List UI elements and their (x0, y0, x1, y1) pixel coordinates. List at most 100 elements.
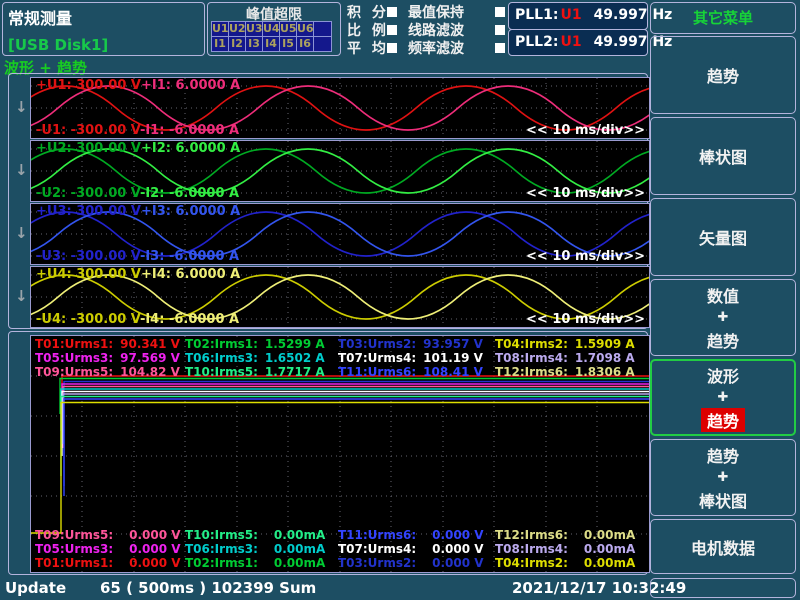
sidebar-item-waveform-trend[interactable]: 波形 ✚ 趋势 (650, 359, 796, 436)
checkbox-icon[interactable] (387, 43, 397, 53)
peak-cell-u-blank (313, 21, 332, 37)
toggle-averaging-label: 平 均 (347, 38, 386, 58)
checkbox-icon[interactable] (387, 7, 397, 17)
trigger-arrow-icon: ↓ (15, 287, 29, 305)
trend-trace-t08 (63, 394, 649, 444)
pll2-box: PLL2:U149.997 Hz (508, 29, 648, 56)
sidebar-item-label: 趋势 (707, 63, 739, 87)
checkbox-icon[interactable] (495, 7, 505, 17)
peak-cell-i1: I1 (211, 36, 229, 52)
trend-trace-t06 (61, 389, 649, 431)
sidebar-item-label: 矢量图 (699, 225, 747, 249)
u3-scale-label: +U3: 300.00 V (36, 204, 141, 219)
checkbox-icon[interactable] (495, 25, 505, 35)
checkbox-icon[interactable] (495, 43, 505, 53)
waveform-panel: ↓ ↓ ↓ ↓ +U1: 300.00 V+I1: 6.0000 A -U1: … (8, 73, 648, 329)
u2-scale-label: +U2: 300.00 V (36, 141, 141, 156)
toggle-column-left: 积 分 比 例 平 均 (347, 3, 397, 57)
plus-icon: ✚ (718, 470, 729, 485)
toggle-averaging: 平 均 (347, 39, 397, 57)
trigger-arrow-icon: ↓ (15, 224, 29, 242)
waveform-channel-1: +U1: 300.00 V+I1: 6.0000 A -U1: -300.00 … (30, 77, 650, 139)
i3-scale-label: +I3: 6.0000 A (141, 204, 240, 219)
i1-min-label: -I1: -6.0000 A (140, 123, 239, 138)
trend-start-t03: T03:Urms2:0.000 V (338, 556, 495, 570)
waveform-channel-4: +U4: 300.00 V+I4: 6.0000 A -U4: -300.00 … (30, 266, 650, 328)
toggle-max-hold-label: 最值保持 (408, 2, 464, 22)
update-counter: 65 ( 500ms ) 102399 Sum (100, 579, 316, 597)
sidebar-item-label: 棒状图 (699, 488, 747, 512)
trend-trace-t07 (62, 392, 649, 457)
i4-scale-label: +I4: 6.0000 A (141, 267, 240, 282)
pll2-source: U1 (560, 34, 581, 50)
i2-min-label: -I2: -6.0000 A (140, 186, 239, 201)
sidebar-item-trend-bar-chart[interactable]: 趋势 ✚ 棒状图 (650, 439, 796, 516)
pll1-box: PLL1:U149.997 Hz (508, 2, 648, 30)
i3-min-label: -I3: -6.0000 A (140, 249, 239, 264)
sidebar-item-label: 数值 (707, 283, 739, 307)
pll2-row: PLL2:U149.997 Hz (515, 34, 672, 50)
plus-icon: ✚ (718, 390, 729, 405)
peak-cell-i6: I6 (296, 36, 314, 52)
u1-min-label: -U1: -300.00 V (36, 123, 140, 138)
trend-value-t06: T06:Irms3:1.6502 A (185, 351, 338, 365)
pll1-row: PLL1:U149.997 Hz (515, 7, 672, 23)
sidebar-item-label: 趋势 (707, 328, 739, 352)
peak-over-limit-box: 峰值超限 U1 U2 U3 U4 U5 U6 I1 I2 I3 I4 I5 I6 (207, 2, 341, 56)
trend-value-t07: T07:Urms4:101.19 V (338, 351, 495, 365)
peak-over-limit-grid: U1 U2 U3 U4 U5 U6 I1 I2 I3 I4 I5 I6 (211, 21, 331, 51)
toggle-line-filter-label: 线路滤波 (408, 20, 464, 40)
trend-start-t02: T02:Irms1:0.00mA (185, 556, 338, 570)
trend-start-t12: T12:Irms6:0.00mA (495, 528, 647, 542)
measure-mode-box: 常规测量 [USB Disk1] (2, 2, 205, 56)
trend-trace-t09 (63, 387, 649, 449)
sidebar-item-motor-data[interactable]: 电机数据 (650, 519, 796, 574)
trend-trace-t11 (64, 399, 649, 496)
toggle-scaling: 比 例 (347, 21, 397, 39)
toggle-freq-filter: 频率滤波 (408, 39, 505, 57)
trend-value-t05: T05:Urms3:97.569 V (35, 351, 185, 365)
peak-cell-i5: I5 (279, 36, 297, 52)
sidebar-item-bar-chart[interactable]: 棒状图 (650, 117, 796, 195)
u1-scale-label: +U1: 300.00 V (36, 78, 141, 93)
measure-mode-title: 常规测量 (8, 5, 72, 29)
timebase-label: << 10 ms/div>> (526, 312, 645, 327)
trend-value-t03: T03:Urms2:93.957 V (338, 337, 495, 351)
trigger-arrow-icon: ↓ (15, 161, 29, 179)
timebase-label: << 10 ms/div>> (526, 186, 645, 201)
trend-value-t10: T10:Irms5:1.7717 A (185, 365, 338, 379)
sidebar-item-vector-chart[interactable]: 矢量图 (650, 198, 796, 276)
trend-value-t08: T08:Irms4:1.7098 A (495, 351, 647, 365)
toggle-max-hold: 最值保持 (408, 3, 505, 21)
sidebar-menu-title: 其它菜单 (651, 3, 795, 33)
trend-start-t01: T01:Urms1:0.000 V (35, 556, 185, 570)
peak-cell-i-blank (313, 36, 332, 52)
trend-value-t11: T11:Urms6:108.41 V (338, 365, 495, 379)
trend-value-t09: T09:Urms5:104.82 V (35, 365, 185, 379)
toggle-column-right: 最值保持 线路滤波 频率滤波 (408, 3, 505, 57)
toggle-freq-filter-label: 频率滤波 (408, 38, 464, 58)
waveform-channel-3: +U3: 300.00 V+I3: 6.0000 A -U3: -300.00 … (30, 203, 650, 265)
trend-value-t01: T01:Urms1:90.341 V (35, 337, 185, 351)
trend-start-t04: T04:Irms2:0.00mA (495, 556, 647, 570)
sidebar-item-label: 棒状图 (699, 144, 747, 168)
sidebar-menu-title-box: 其它菜单 (650, 2, 796, 34)
sidebar-item-trend[interactable]: 趋势 (650, 36, 796, 114)
toggle-integration-label: 积 分 (347, 2, 386, 22)
sidebar-item-label: 电机数据 (691, 535, 755, 559)
pll1-label: PLL1: (515, 7, 558, 23)
peak-cell-i2: I2 (228, 36, 246, 52)
trend-value-t02: T02:Irms1:1.5299 A (185, 337, 338, 351)
peak-cell-i3: I3 (245, 36, 263, 52)
trend-plot-area: T01:Urms1:90.341 V T02:Irms1:1.5299 A T0… (30, 335, 650, 573)
checkbox-icon[interactable] (387, 25, 397, 35)
i2-scale-label: +I2: 6.0000 A (141, 141, 240, 156)
update-label: Update (5, 579, 66, 597)
trend-trace-t04 (31, 403, 649, 534)
toggle-scaling-label: 比 例 (347, 20, 386, 40)
sidebar-item-numeric-trend[interactable]: 数值 ✚ 趋势 (650, 279, 796, 356)
trend-start-t08: T08:Irms4:0.00mA (495, 542, 647, 556)
trend-start-t05: T05:Urms3:0.000 V (35, 542, 185, 556)
peak-cell-u1: U1 (211, 21, 229, 37)
pll1-source: U1 (560, 7, 581, 23)
